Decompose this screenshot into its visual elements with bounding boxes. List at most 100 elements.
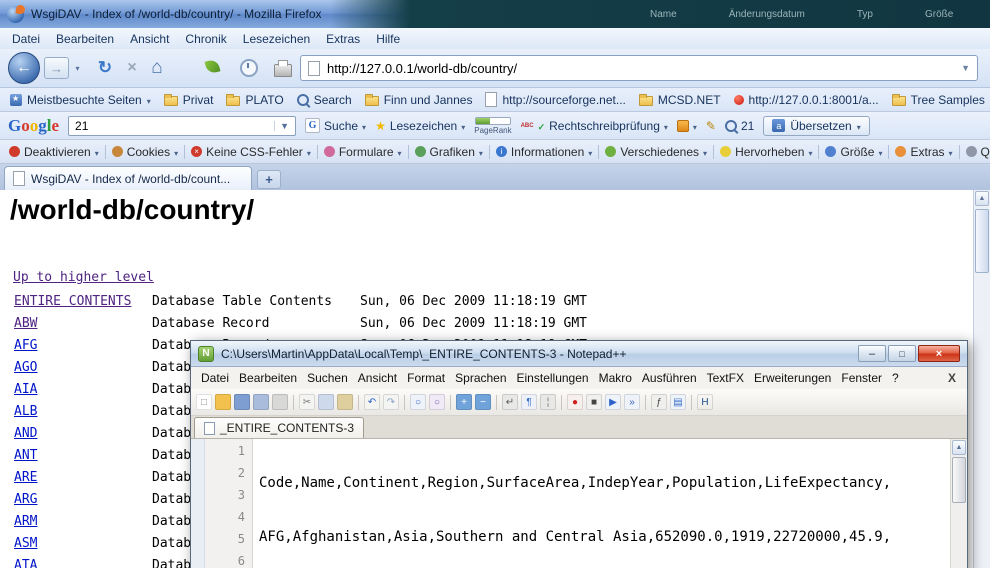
history-button[interactable] bbox=[240, 59, 258, 77]
paste-icon[interactable] bbox=[337, 394, 353, 410]
npp-menu-erweiterungen[interactable]: Erweiterungen bbox=[749, 369, 836, 387]
webdev-extras[interactable]: Extras bbox=[890, 143, 957, 161]
webdev-grafiken[interactable]: Grafiken bbox=[410, 143, 488, 161]
npp-menu-einstellungen[interactable]: Einstellungen bbox=[512, 369, 594, 387]
zoom-out-icon[interactable]: − bbox=[475, 394, 491, 410]
listing-link[interactable]: AIA bbox=[14, 382, 37, 397]
npp-menu-makro[interactable]: Makro bbox=[594, 369, 637, 387]
npp-menu-datei[interactable]: Datei bbox=[196, 369, 234, 387]
webdev-deaktivieren[interactable]: Deaktivieren bbox=[4, 143, 104, 161]
minimize-button[interactable] bbox=[858, 345, 886, 362]
npp-close-document-button[interactable]: X bbox=[942, 371, 962, 385]
tab-wsgidav[interactable]: WsgiDAV - Index of /world-db/count... bbox=[4, 166, 252, 190]
npp-menu-suchen[interactable]: Suchen bbox=[302, 369, 353, 387]
npp-scrollbar[interactable] bbox=[950, 439, 967, 568]
listing-link[interactable]: ENTIRE CONTENTS bbox=[14, 294, 131, 309]
webdev-verschiedenes[interactable]: Verschiedenes bbox=[600, 143, 712, 161]
listing-link[interactable]: ARE bbox=[14, 470, 37, 485]
print-button[interactable] bbox=[274, 59, 292, 77]
indent-guide-icon[interactable]: ¦ bbox=[540, 394, 556, 410]
bookmark-privat[interactable]: Privat bbox=[158, 91, 220, 109]
function-list-icon[interactable]: ƒ bbox=[651, 394, 667, 410]
bookmark-finn-und-jannes[interactable]: Finn und Jannes bbox=[359, 91, 479, 109]
webdev-cookies[interactable]: Cookies bbox=[107, 143, 183, 161]
code-area[interactable]: Code,Name,Continent,Region,SurfaceArea,I… bbox=[253, 439, 950, 568]
pagerank-indicator[interactable]: PageRank bbox=[474, 117, 511, 135]
notepad-plus-plus-window[interactable]: N C:\Users\Martin\AppData\Local\Temp\_EN… bbox=[190, 340, 968, 568]
history-dropdown-icon[interactable] bbox=[71, 61, 84, 75]
word-wrap-icon[interactable]: ↵ bbox=[502, 394, 518, 410]
listing-link[interactable]: AGO bbox=[14, 360, 37, 375]
spellcheck-button[interactable]: ABCRechtschreibprüfung bbox=[521, 119, 668, 133]
redo-icon[interactable]: ↷ bbox=[383, 394, 399, 410]
forward-button[interactable] bbox=[44, 57, 69, 79]
npp-tab-entire-contents[interactable]: _ENTIRE_CONTENTS-3 bbox=[194, 417, 364, 438]
find-icon[interactable]: ○ bbox=[410, 394, 426, 410]
menu-chronik[interactable]: Chronik bbox=[177, 30, 234, 48]
page-scrollbar[interactable] bbox=[973, 190, 990, 568]
zoom-in-icon[interactable]: + bbox=[456, 394, 472, 410]
undo-icon[interactable]: ↶ bbox=[364, 394, 380, 410]
save-all-icon[interactable] bbox=[253, 394, 269, 410]
bookmark-sourceforge[interactable]: http://sourceforge.net... bbox=[479, 90, 631, 109]
menu-extras[interactable]: Extras bbox=[318, 30, 368, 48]
scroll-up-icon[interactable] bbox=[952, 440, 966, 455]
webdev-css-fehler[interactable]: ×Keine CSS-Fehler bbox=[186, 143, 316, 161]
menu-ansicht[interactable]: Ansicht bbox=[122, 30, 177, 48]
listing-link[interactable]: ASM bbox=[14, 536, 37, 551]
listing-link[interactable]: AFG bbox=[14, 338, 37, 353]
home-button[interactable] bbox=[146, 55, 168, 80]
bookmark-mcsd-net[interactable]: MCSD.NET bbox=[633, 91, 727, 109]
listing-link[interactable]: ATA bbox=[14, 558, 37, 568]
copy-icon[interactable] bbox=[318, 394, 334, 410]
html-preview-icon[interactable]: H bbox=[697, 394, 713, 410]
webdev-formulare[interactable]: Formulare bbox=[319, 143, 407, 161]
google-bookmarks-button[interactable]: Lesezeichen bbox=[375, 119, 465, 133]
close-button[interactable] bbox=[918, 345, 960, 362]
stop-macro-icon[interactable]: ■ bbox=[586, 394, 602, 410]
webdev-hervorheben[interactable]: Hervorheben bbox=[715, 143, 817, 161]
back-button[interactable] bbox=[8, 52, 40, 84]
listing-link[interactable]: ANT bbox=[14, 448, 37, 463]
url-bar[interactable]: http://127.0.0.1/world-db/country/ ▼ bbox=[300, 55, 978, 81]
listing-link[interactable]: AND bbox=[14, 426, 37, 441]
highlight-count[interactable]: 21 bbox=[725, 119, 754, 133]
menu-datei[interactable]: Datei bbox=[4, 30, 48, 48]
scroll-up-icon[interactable] bbox=[975, 191, 989, 206]
cut-icon[interactable]: ✂ bbox=[299, 394, 315, 410]
webdev-quelltext[interactable]: Quelltext bbox=[961, 143, 990, 161]
google-search-button[interactable]: GSuche bbox=[305, 118, 366, 133]
bookmark-localhost-8001[interactable]: http://127.0.0.1:8001/a... bbox=[728, 91, 885, 109]
urlbar-dropdown-icon[interactable]: ▼ bbox=[961, 63, 970, 73]
menu-hilfe[interactable]: Hilfe bbox=[368, 30, 408, 48]
bookmark-tree-samples[interactable]: Tree Samples bbox=[886, 91, 990, 109]
listing-link[interactable]: ARG bbox=[14, 492, 37, 507]
run-macro-multiple-icon[interactable]: » bbox=[624, 394, 640, 410]
scrollbar-thumb[interactable] bbox=[975, 209, 989, 273]
notepad-titlebar[interactable]: N C:\Users\Martin\AppData\Local\Temp\_EN… bbox=[191, 341, 967, 367]
npp-menu-ansicht[interactable]: Ansicht bbox=[353, 369, 402, 387]
new-file-icon[interactable]: □ bbox=[196, 394, 212, 410]
autofill-button[interactable] bbox=[677, 119, 697, 133]
translate-button[interactable]: aÜbersetzen bbox=[763, 116, 869, 136]
bookmark-plato[interactable]: PLATO bbox=[220, 91, 289, 109]
webdev-groesse[interactable]: Größe bbox=[820, 143, 887, 161]
listing-link[interactable]: ARM bbox=[14, 514, 37, 529]
scrollbar-thumb[interactable] bbox=[952, 457, 966, 503]
webdev-informationen[interactable]: iInformationen bbox=[491, 143, 597, 161]
npp-menu-fenster[interactable]: Fenster bbox=[836, 369, 887, 387]
google-search-input[interactable]: 21 ▼ bbox=[68, 116, 296, 136]
save-icon[interactable] bbox=[234, 394, 250, 410]
search-history-dropdown-icon[interactable]: ▼ bbox=[274, 121, 289, 131]
record-macro-icon[interactable]: ● bbox=[567, 394, 583, 410]
bookmark-meistbesuchte-seiten[interactable]: Meistbesuchte Seiten bbox=[4, 91, 157, 109]
npp-menu-format[interactable]: Format bbox=[402, 369, 450, 387]
replace-icon[interactable]: ○ bbox=[429, 394, 445, 410]
npp-menu-ausfuehren[interactable]: Ausführen bbox=[637, 369, 702, 387]
bookmark-search[interactable]: Search bbox=[291, 91, 358, 109]
play-macro-icon[interactable]: ▶ bbox=[605, 394, 621, 410]
reload-button[interactable] bbox=[94, 57, 116, 79]
open-file-icon[interactable] bbox=[215, 394, 231, 410]
npp-menu-textfx[interactable]: TextFX bbox=[702, 369, 749, 387]
npp-menu-help[interactable]: ? bbox=[887, 369, 904, 387]
